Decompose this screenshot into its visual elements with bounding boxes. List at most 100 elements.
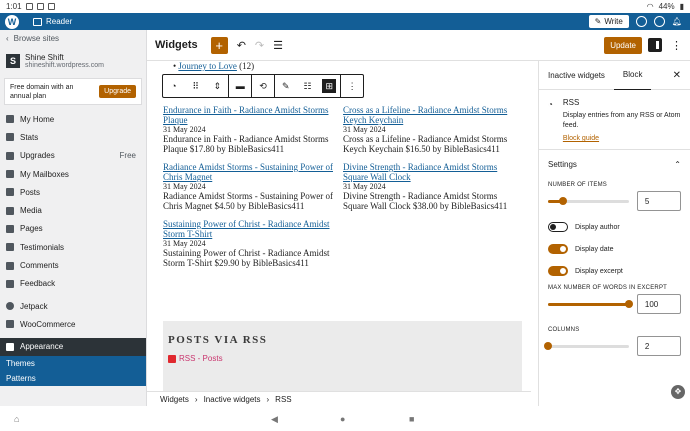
appearance-submenu: Themes Patterns xyxy=(0,355,146,386)
browse-sites-link[interactable]: ‹ Browse sites xyxy=(0,30,146,47)
post-title-link[interactable]: Radiance Amidst Storms - Sustaining Powe… xyxy=(163,162,343,182)
sidebar-item-jetpack[interactable]: Jetpack xyxy=(0,297,146,315)
move-up-down-icon[interactable]: ⇕ xyxy=(207,75,229,97)
post-date: 31 May 2024 xyxy=(163,125,206,134)
more-options-icon[interactable]: ⋮ xyxy=(671,39,682,52)
rss-posts-grid: Endurance in Faith - Radiance Amidst Sto… xyxy=(163,105,523,268)
tab-inactive-widgets[interactable]: Inactive widgets xyxy=(539,61,614,90)
block-guide-link[interactable]: Block guide xyxy=(563,135,681,142)
display-author-toggle-row: Display author xyxy=(539,216,690,238)
home-icon[interactable]: ● xyxy=(340,414,345,424)
block-options-icon[interactable]: ⋮ xyxy=(341,75,363,97)
rss-posts-label: RSS - Posts xyxy=(179,354,223,363)
display-author-toggle[interactable] xyxy=(548,222,568,232)
posts-via-rss-widget[interactable]: POSTS VIA RSS RSS - Posts xyxy=(163,321,522,391)
post-title-link[interactable]: Sustaining Power of Christ - Radiance Am… xyxy=(163,219,343,239)
site-switcher[interactable]: S Shine Shift shineshift.wordpress.com xyxy=(0,47,146,75)
edit-url-icon[interactable]: ✎ xyxy=(275,75,297,97)
display-date-toggle[interactable] xyxy=(548,244,568,254)
pin-icon xyxy=(6,188,14,197)
post-title-link[interactable]: Endurance in Faith - Radiance Amidst Sto… xyxy=(163,105,343,125)
max-words-slider[interactable] xyxy=(548,299,633,308)
sidebar-item-my-home[interactable]: My Home xyxy=(0,110,146,128)
number-of-items-slider[interactable] xyxy=(548,196,629,205)
back-icon[interactable]: ◀ xyxy=(271,414,278,425)
sidebar-item-woocommerce[interactable]: WooCommerce xyxy=(0,315,146,333)
wifi-icon: ◠ xyxy=(646,2,654,11)
post-title-link[interactable]: Cross as a Lifeline - Radiance Amidst St… xyxy=(343,105,523,125)
sidebar-item-upgrades[interactable]: Upgrades Free xyxy=(0,147,146,165)
notifications-bell-icon[interactable]: 🔔︎ xyxy=(672,17,682,26)
sidebar-item-pages[interactable]: Pages xyxy=(0,220,146,238)
align-icon[interactable]: ▬ xyxy=(229,75,251,97)
submenu-item-themes[interactable]: Themes xyxy=(0,356,146,371)
display-excerpt-toggle[interactable] xyxy=(548,266,568,276)
settings-panel-toggle-icon[interactable] xyxy=(648,38,662,52)
breadcrumb-item-widgets[interactable]: Widgets xyxy=(160,395,189,404)
submenu-item-patterns[interactable]: Patterns xyxy=(0,371,146,386)
page-title: Widgets xyxy=(155,39,198,51)
android-nav-bar: ⌂ ◀ ● ■ xyxy=(0,406,690,431)
add-block-button[interactable]: + xyxy=(210,36,228,54)
sidebar-item-testimonials[interactable]: Testimonials xyxy=(0,238,146,256)
list-view-icon[interactable]: ☰ xyxy=(273,39,283,52)
breadcrumb: Widgets › Inactive widgets › RSS xyxy=(147,391,531,406)
rss-block-icon[interactable]: ◔ xyxy=(163,75,185,97)
notification-icon xyxy=(47,3,55,10)
pages-icon xyxy=(6,224,14,233)
update-button[interactable]: Update xyxy=(604,36,642,54)
feedback-icon xyxy=(6,279,14,288)
write-button[interactable]: ✎ Write xyxy=(588,15,629,28)
tab-block[interactable]: Block xyxy=(613,61,652,90)
rss-posts-link[interactable]: RSS - Posts xyxy=(168,354,522,363)
drag-handle-icon[interactable]: ⠿ xyxy=(185,75,207,97)
redo-icon[interactable]: ↷ xyxy=(255,39,264,52)
settings-label: Settings xyxy=(548,160,577,169)
upgrade-button[interactable]: Upgrade xyxy=(99,85,136,98)
list-layout-icon[interactable]: ☷ xyxy=(297,75,319,97)
post-date: 31 May 2024 xyxy=(343,125,386,134)
recents-icon[interactable]: ■ xyxy=(409,414,414,424)
display-excerpt-toggle-row: Display excerpt xyxy=(539,260,690,282)
block-title: RSS xyxy=(562,98,580,107)
reader-button[interactable]: Reader xyxy=(33,17,72,26)
columns-label: COLUMNS xyxy=(548,327,580,333)
reader-label: Reader xyxy=(46,17,73,26)
sidebar-item-label: Appearance xyxy=(20,342,64,352)
undo-icon[interactable]: ↶ xyxy=(237,39,246,52)
avatar[interactable] xyxy=(653,16,665,27)
sidebar-item-posts[interactable]: Posts xyxy=(0,183,146,201)
wordpress-logo-icon[interactable]: W xyxy=(5,14,19,29)
list-item: Cross as a Lifeline - Radiance Amidst St… xyxy=(343,105,523,154)
block-toolbar: ◔ ⠿ ⇕ ▬ ⟲ ✎ ☷ ⊞ ⋮ xyxy=(162,74,364,98)
max-words-input[interactable]: 100 xyxy=(636,294,681,314)
display-date-toggle-row: Display date xyxy=(539,238,690,260)
sidebar-item-media[interactable]: Media xyxy=(0,201,146,219)
sidebar-item-stats[interactable]: Stats xyxy=(0,128,146,146)
max-words-control: 100 xyxy=(539,294,690,314)
grid-layout-icon[interactable]: ⊞ xyxy=(318,75,341,97)
sidebar-item-feedback[interactable]: Feedback xyxy=(0,275,146,293)
number-of-items-control: 5 xyxy=(539,191,690,211)
columns-slider[interactable] xyxy=(544,341,629,350)
sidebar-item-comments[interactable]: Comments xyxy=(0,256,146,274)
widget-canvas: • Journey to Love (12) ◔ ⠿ ⇕ ▬ ⟲ ✎ ☷ ⊞ ⋮… xyxy=(147,61,531,391)
number-of-items-input[interactable]: 5 xyxy=(636,191,681,211)
calendar-icon xyxy=(36,3,44,10)
replace-icon[interactable]: ⟲ xyxy=(252,75,274,97)
breadcrumb-item-inactive-widgets[interactable]: Inactive widgets xyxy=(204,395,261,404)
category-link[interactable]: Journey to Love xyxy=(178,61,237,71)
help-icon[interactable] xyxy=(635,16,647,27)
sidebar-item-label: My Mailboxes xyxy=(20,169,69,179)
settings-section-header[interactable]: Settings ⌃ xyxy=(539,150,690,179)
app-drawer-icon[interactable]: ⌂ xyxy=(14,414,19,424)
sidebar-item-my-mailboxes[interactable]: My Mailboxes xyxy=(0,165,146,183)
columns-input[interactable]: 2 xyxy=(636,336,681,356)
post-excerpt: Cross as a Lifeline - Radiance Amidst St… xyxy=(343,134,508,154)
post-title-link[interactable]: Divine Strength - Radiance Amidst Storms… xyxy=(343,162,523,182)
post-date: 31 May 2024 xyxy=(163,239,206,248)
sidebar-item-appearance[interactable]: Appearance xyxy=(0,337,146,356)
category-list: • Journey to Love (12) xyxy=(173,61,255,71)
accessibility-icon[interactable]: ✥ xyxy=(671,385,685,399)
close-icon[interactable]: ✕ xyxy=(673,70,681,81)
